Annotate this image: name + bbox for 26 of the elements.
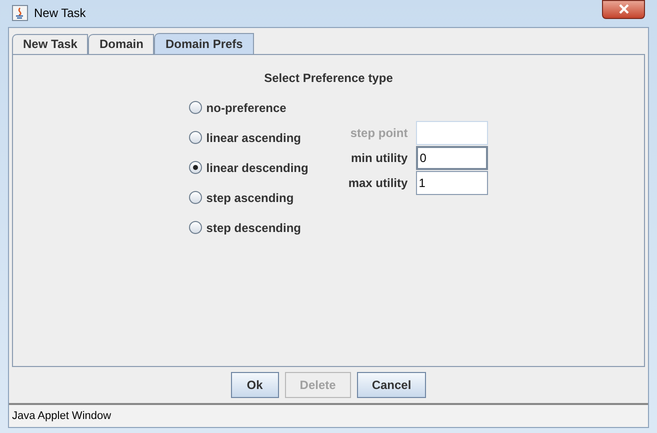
tab[interactable]: New Task [12,34,88,54]
radio-option[interactable]: linear ascending [189,128,308,146]
radio-button[interactable] [189,161,202,174]
tab[interactable]: Domain Prefs [154,32,254,54]
close-icon [618,4,630,14]
radio-button[interactable] [189,131,202,144]
radio-option[interactable]: step ascending [189,188,308,206]
dialog-button[interactable]: Cancel [356,372,426,398]
dialog-button[interactable]: Ok [230,372,279,398]
close-button[interactable] [602,0,645,19]
radio-button[interactable] [189,101,202,114]
radio-button[interactable] [189,221,202,234]
radio-option[interactable]: step descending [189,218,308,236]
input-field[interactable]: 1 [416,170,488,194]
section-heading: Select Preference type [264,70,393,86]
field-label: step point [350,124,408,142]
field-label: max utility [348,174,408,192]
radio-button[interactable] [189,191,202,204]
status-text: Java Applet Window [12,408,112,424]
window-title: New Task [34,5,86,22]
field-label: min utility [351,150,408,166]
radio-option[interactable]: linear descending [189,158,308,176]
radio-option[interactable]: no-preference [189,98,308,116]
java-cup-icon [12,5,28,22]
tab[interactable]: Domain [88,34,154,54]
input-field[interactable]: 0 [416,146,488,170]
